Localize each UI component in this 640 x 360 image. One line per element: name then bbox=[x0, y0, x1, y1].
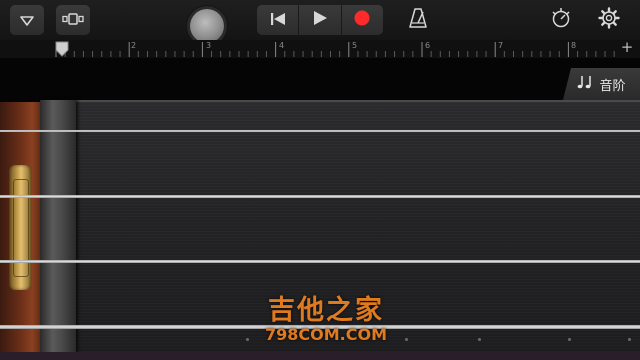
tuner-icon bbox=[550, 7, 572, 33]
ruler-bar-number: 2 bbox=[131, 41, 137, 50]
skip-back-icon bbox=[270, 11, 286, 30]
watermark-title: 吉他之家 bbox=[268, 295, 384, 326]
instrument-nut bbox=[40, 100, 76, 352]
string[interactable] bbox=[0, 195, 640, 198]
fret-marker bbox=[478, 338, 481, 341]
control-bar bbox=[0, 0, 640, 43]
settings-button[interactable] bbox=[597, 7, 621, 33]
watermark-subtitle: 798COM.COM bbox=[264, 325, 387, 344]
go-to-beginning-button[interactable] bbox=[257, 5, 300, 35]
scale-button[interactable]: 音阶 bbox=[563, 68, 640, 100]
triangle-down-icon bbox=[20, 11, 34, 30]
playhead-icon[interactable] bbox=[55, 40, 69, 58]
track-view-button[interactable] bbox=[56, 5, 90, 35]
transport-controls bbox=[257, 5, 383, 35]
ruler-bar-number: 3 bbox=[206, 41, 212, 50]
tuner-button[interactable] bbox=[549, 8, 573, 32]
play-button[interactable] bbox=[299, 5, 342, 35]
string[interactable] bbox=[0, 260, 640, 263]
music-notes-icon bbox=[577, 74, 593, 94]
timeline-ruler[interactable]: 2 3 4 5 6 7 8 bbox=[0, 40, 640, 58]
watermark: 吉他之家 798COM.COM bbox=[246, 288, 406, 344]
fret-marker bbox=[568, 338, 571, 341]
ruler-bar-number: 7 bbox=[498, 41, 504, 50]
track-view-icon bbox=[62, 11, 84, 30]
record-icon bbox=[354, 10, 370, 30]
fret-marker bbox=[628, 338, 631, 341]
metronome-icon bbox=[408, 7, 428, 33]
play-icon bbox=[312, 10, 328, 30]
ruler-bar-number: 8 bbox=[571, 41, 577, 50]
record-button[interactable] bbox=[342, 5, 383, 35]
menu-button[interactable] bbox=[10, 5, 44, 35]
add-section-button[interactable]: + bbox=[618, 38, 636, 56]
gear-icon bbox=[598, 7, 620, 33]
scale-button-label: 音阶 bbox=[599, 78, 626, 94]
tailpiece-ornament bbox=[9, 165, 31, 290]
fingerboard-edge bbox=[0, 352, 640, 360]
ruler-bar-number: 4 bbox=[279, 41, 285, 50]
string[interactable] bbox=[0, 130, 640, 132]
ruler-ticks bbox=[55, 42, 615, 57]
metronome-button[interactable] bbox=[406, 8, 430, 32]
volume-knob[interactable] bbox=[190, 9, 224, 43]
ruler-bar-number: 5 bbox=[352, 41, 358, 50]
ruler-bar-number: 6 bbox=[425, 41, 431, 50]
